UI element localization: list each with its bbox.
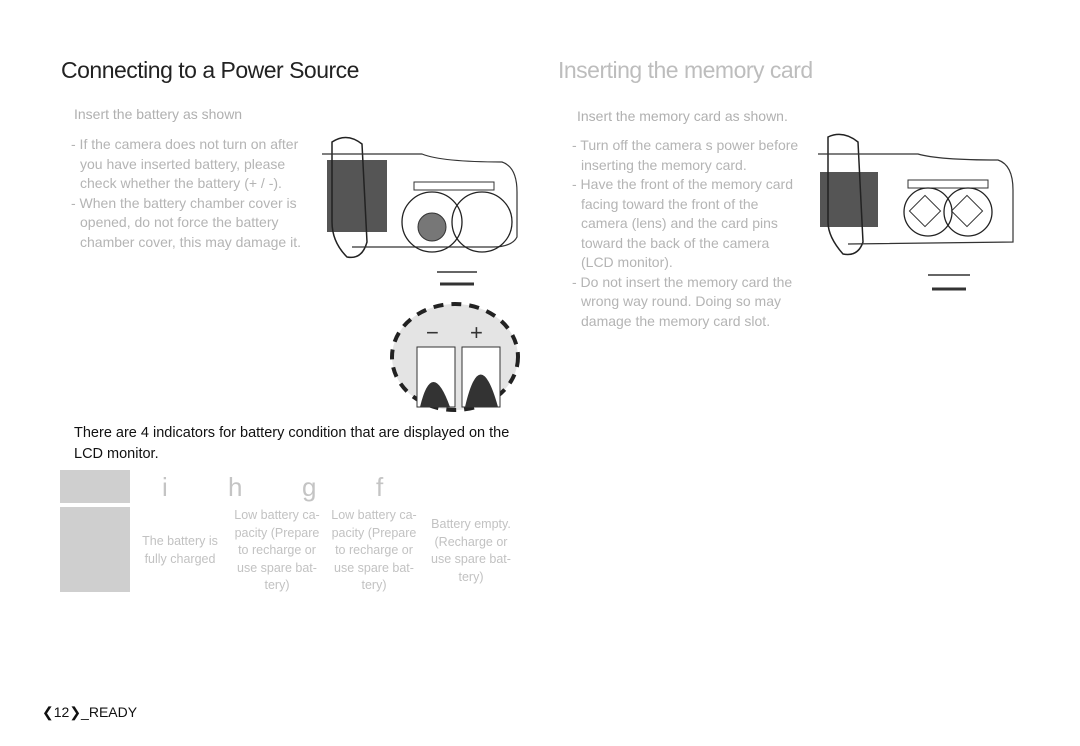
plus-label: + bbox=[470, 320, 483, 345]
memory-note: - Have the front of the memory card faci… bbox=[572, 176, 793, 270]
indicator-description: Low battery ca- pacity (Prepare to recha… bbox=[234, 508, 320, 592]
table-label-cell bbox=[60, 507, 130, 592]
page-footer: ❮12❯_READY bbox=[42, 704, 137, 721]
table-header-cell bbox=[60, 470, 130, 503]
section-name: _READY bbox=[81, 704, 138, 720]
battery-very-low-icon: g bbox=[302, 472, 317, 502]
indicator-note: There are 4 indicators for battery condi… bbox=[74, 425, 510, 462]
memory-card-insertion-illustration bbox=[818, 133, 1014, 291]
page-number: 12 bbox=[53, 704, 70, 720]
indicator-description: The battery is fully charged bbox=[142, 534, 218, 566]
memory-intro: Insert the memory card as shown. bbox=[577, 108, 788, 124]
manual-page: Connecting to a Power Source Inserting t… bbox=[0, 0, 1080, 746]
battery-note: - If the camera does not turn on after y… bbox=[71, 136, 299, 191]
battery-intro: Insert the battery as shown bbox=[74, 106, 243, 122]
battery-empty-icon: f bbox=[376, 472, 384, 502]
memory-notes: - Turn off the camera s power before ins… bbox=[572, 136, 802, 331]
indicator-description: Low battery ca- pacity (Prepare to recha… bbox=[331, 508, 417, 592]
section-title-memory-card: Inserting the memory card bbox=[558, 57, 813, 83]
minus-label: − bbox=[426, 320, 439, 345]
battery-low-icon: h bbox=[228, 472, 243, 502]
section-title-power: Connecting to a Power Source bbox=[61, 57, 359, 83]
battery-insertion-illustration: − + bbox=[322, 136, 520, 412]
chevron-right-icon: ❯ bbox=[69, 704, 82, 720]
memory-note: - Turn off the camera s power before ins… bbox=[572, 137, 799, 173]
indicator-description: Battery empty. (Recharge or use spare ba… bbox=[431, 517, 511, 584]
chevron-left-icon: ❮ bbox=[42, 704, 54, 720]
battery-full-icon: i bbox=[162, 472, 168, 502]
battery-notes: - If the camera does not turn on after y… bbox=[71, 135, 311, 252]
memory-note: - Do not insert the memory card the wron… bbox=[572, 273, 793, 329]
battery-note: - When the battery chamber cover is open… bbox=[71, 194, 301, 250]
